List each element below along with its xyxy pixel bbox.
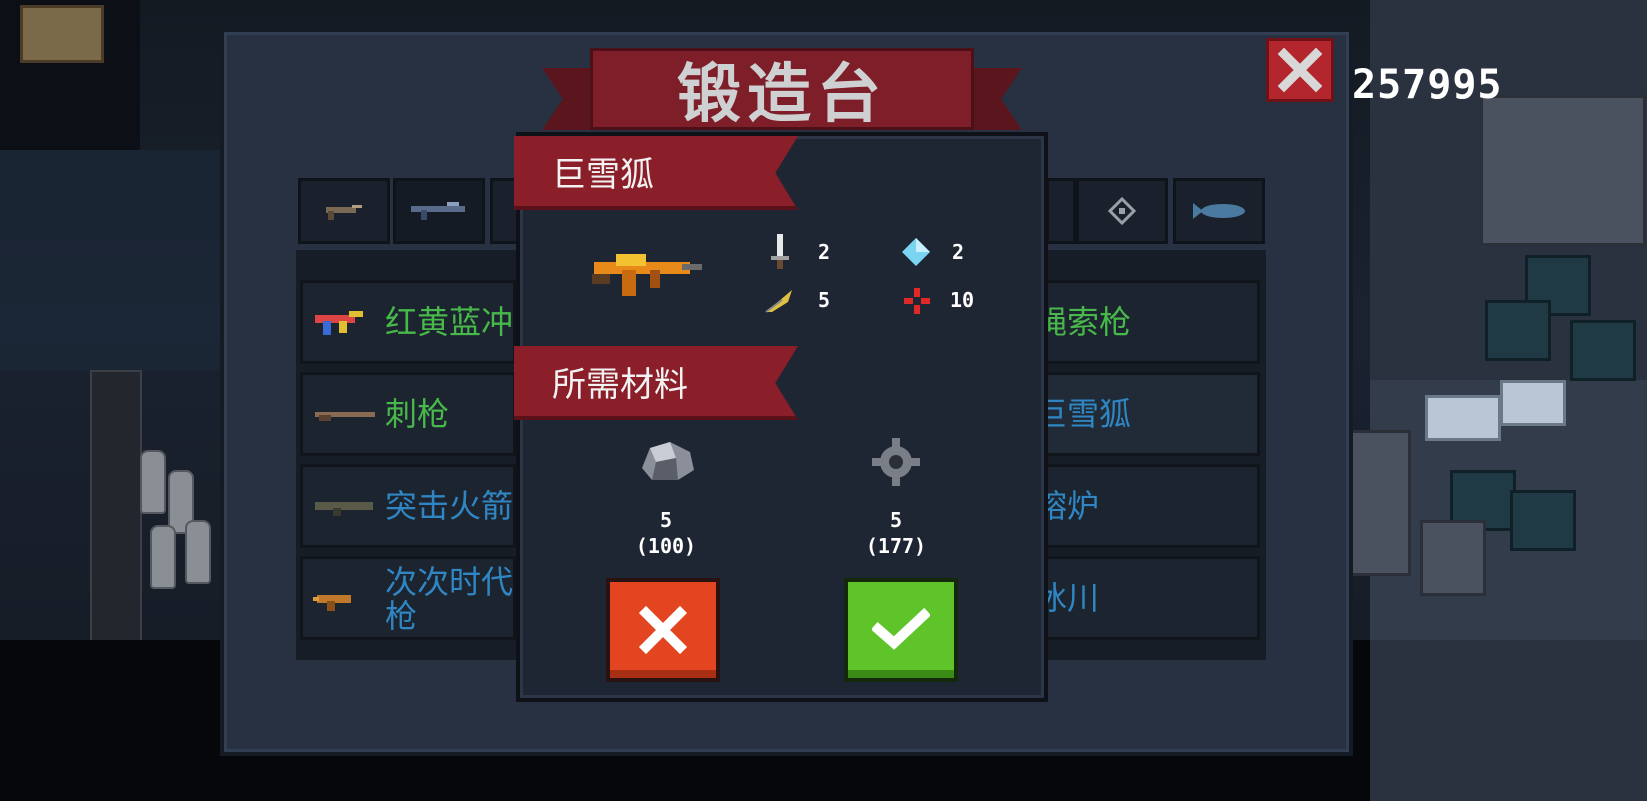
tab-pistols[interactable] <box>298 178 390 244</box>
tab-rifles[interactable] <box>393 178 485 244</box>
crosshair-icon <box>904 288 930 314</box>
list-item[interactable]: 红黄蓝冲 <box>300 280 516 364</box>
pistol-icon <box>326 205 362 220</box>
notice-board <box>20 5 104 63</box>
confirm-button[interactable] <box>844 578 958 682</box>
crate <box>1510 490 1576 551</box>
speed-value: 5 <box>818 288 831 312</box>
diamond-icon <box>902 238 930 266</box>
list-item[interactable]: 绳索枪 <box>1035 280 1260 364</box>
gas-tank <box>150 525 176 589</box>
ore-required: 5 <box>659 508 673 532</box>
crit-value: 10 <box>950 288 975 312</box>
sword-icon <box>771 234 789 269</box>
weapon-name: 次次时代 枪 <box>385 563 514 635</box>
ore-icon <box>642 442 694 480</box>
weapon-name: 绳索枪 <box>1035 303 1132 341</box>
pillar <box>90 370 142 644</box>
part-required: 5 <box>889 508 903 532</box>
weapon-name: 刺枪 <box>385 395 450 433</box>
attack-value: 2 <box>818 240 831 264</box>
weapon-name: 巨雪狐 <box>1035 395 1132 433</box>
materials-banner: 所需材料 <box>514 346 798 420</box>
gas-tank <box>140 450 166 514</box>
machine <box>1480 95 1646 246</box>
weapon-name: 红黄蓝冲 <box>385 303 514 341</box>
list-item[interactable]: 次次时代 枪 <box>300 556 516 640</box>
materials-title: 所需材料 <box>552 364 688 405</box>
rgb-gun-icon <box>315 311 363 335</box>
gas-tank <box>185 520 211 584</box>
close-icon <box>638 605 688 655</box>
list-item[interactable]: 巨雪狐 <box>1035 372 1260 456</box>
title-banner: 锻造台 <box>542 48 1022 138</box>
crate <box>1570 320 1636 381</box>
bayonet-rifle-icon <box>315 412 375 421</box>
gear-part-icon <box>872 438 920 486</box>
pipe <box>1425 395 1501 441</box>
close-icon <box>1278 48 1322 92</box>
pipe <box>1500 380 1566 426</box>
tab-special[interactable] <box>1076 178 1168 244</box>
crate <box>1485 300 1551 361</box>
fish-icon <box>1193 203 1245 219</box>
machine <box>1345 430 1411 576</box>
machine <box>1420 520 1486 596</box>
weapon-name: 巨雪狐 <box>552 154 654 195</box>
ore-owned: (100) <box>635 534 697 558</box>
weapon-name: 突击火箭 <box>385 487 514 525</box>
page-title: 锻造台 <box>677 58 887 132</box>
weapon-preview-icon <box>592 254 702 296</box>
diamond-target-icon <box>1107 196 1137 226</box>
tab-weapons-6[interactable] <box>1046 178 1076 244</box>
list-item[interactable]: 冰川 <box>1035 556 1260 640</box>
rifle-icon <box>411 202 465 220</box>
rocket-launcher-icon <box>315 502 373 516</box>
energy-cost-value: 2 <box>952 240 965 264</box>
feather-icon <box>765 290 792 313</box>
weapon-name-banner: 巨雪狐 <box>514 136 798 210</box>
checkmark-icon <box>872 607 930 650</box>
part-owned: (177) <box>865 534 927 558</box>
list-item[interactable]: 熔炉 <box>1035 464 1260 548</box>
cancel-button[interactable] <box>606 578 720 682</box>
coin-counter: 257995 <box>1352 62 1503 108</box>
list-item[interactable]: 突击火箭 <box>300 464 516 548</box>
list-item[interactable]: 刺枪 <box>300 372 516 456</box>
close-button[interactable] <box>1266 38 1334 102</box>
next-gen-gun-icon <box>313 595 351 611</box>
tab-fish[interactable] <box>1173 178 1265 244</box>
